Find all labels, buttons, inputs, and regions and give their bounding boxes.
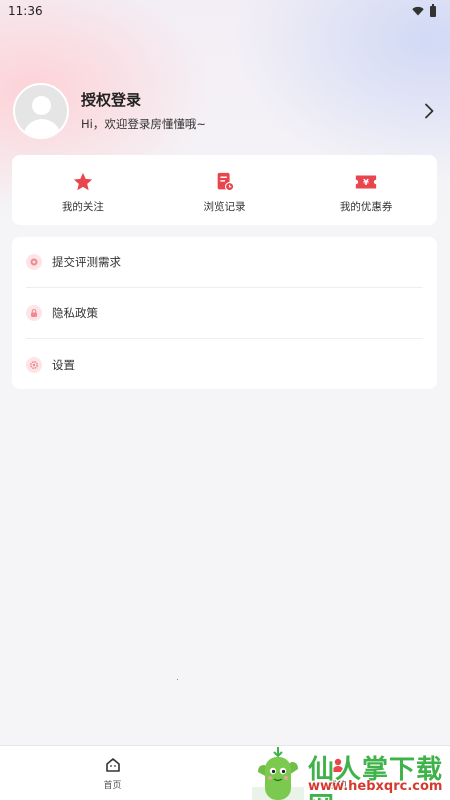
- star-icon: [73, 172, 92, 190]
- quick-label-history: 浏览记录: [203, 200, 246, 213]
- home-icon: [105, 758, 120, 772]
- quick-actions-card: 我的关注 浏览记录 ¥ 我的优惠券: [12, 155, 437, 225]
- wifi-icon: [412, 6, 424, 16]
- cactus-logo-icon: [252, 747, 304, 800]
- status-time: 11:36: [8, 4, 43, 18]
- avatar[interactable]: [13, 83, 69, 139]
- quick-item-history[interactable]: 浏览记录: [154, 155, 296, 225]
- watermark-url: www.hebxqrc.com: [308, 779, 443, 794]
- welcome-text: Hi，欢迎登录房懂懂哦~: [81, 117, 206, 131]
- login-title[interactable]: 授权登录: [81, 90, 418, 110]
- quick-label-coupon: 我的优惠券: [339, 200, 393, 213]
- menu-label-privacy: 隐私政策: [52, 306, 98, 320]
- stray-dot: [177, 679, 178, 680]
- status-bar: 11:36: [0, 0, 450, 22]
- settings-icon: [26, 356, 42, 373]
- coupon-icon: ¥: [356, 175, 377, 188]
- history-icon: [217, 172, 234, 191]
- tab-label-home: 首页: [103, 781, 122, 791]
- menu-item-submit-review[interactable]: 提交评测需求: [26, 237, 423, 288]
- menu-label-submit-review: 提交评测需求: [52, 255, 121, 269]
- quick-item-follow[interactable]: 我的关注: [12, 155, 154, 225]
- watermark: 仙人掌下载网 www.hebxqrc.com: [250, 745, 450, 800]
- menu-item-privacy[interactable]: 隐私政策: [26, 288, 423, 339]
- menu-card: 提交评测需求 隐私政策 设置: [12, 237, 437, 389]
- tab-home[interactable]: 首页: [0, 746, 225, 800]
- quick-label-follow: 我的关注: [61, 200, 104, 213]
- svg-text:¥: ¥: [363, 177, 369, 187]
- menu-item-settings[interactable]: 设置: [26, 339, 423, 390]
- login-header[interactable]: 授权登录 Hi，欢迎登录房懂懂哦~: [13, 82, 440, 140]
- status-icons: [412, 3, 436, 17]
- lock-icon: [26, 305, 42, 321]
- battery-icon: [430, 3, 436, 17]
- quick-item-coupon[interactable]: ¥ 我的优惠券: [295, 155, 437, 225]
- gear-dot-icon: [26, 254, 42, 270]
- chevron-right-icon[interactable]: [418, 100, 440, 122]
- menu-label-settings: 设置: [52, 357, 75, 372]
